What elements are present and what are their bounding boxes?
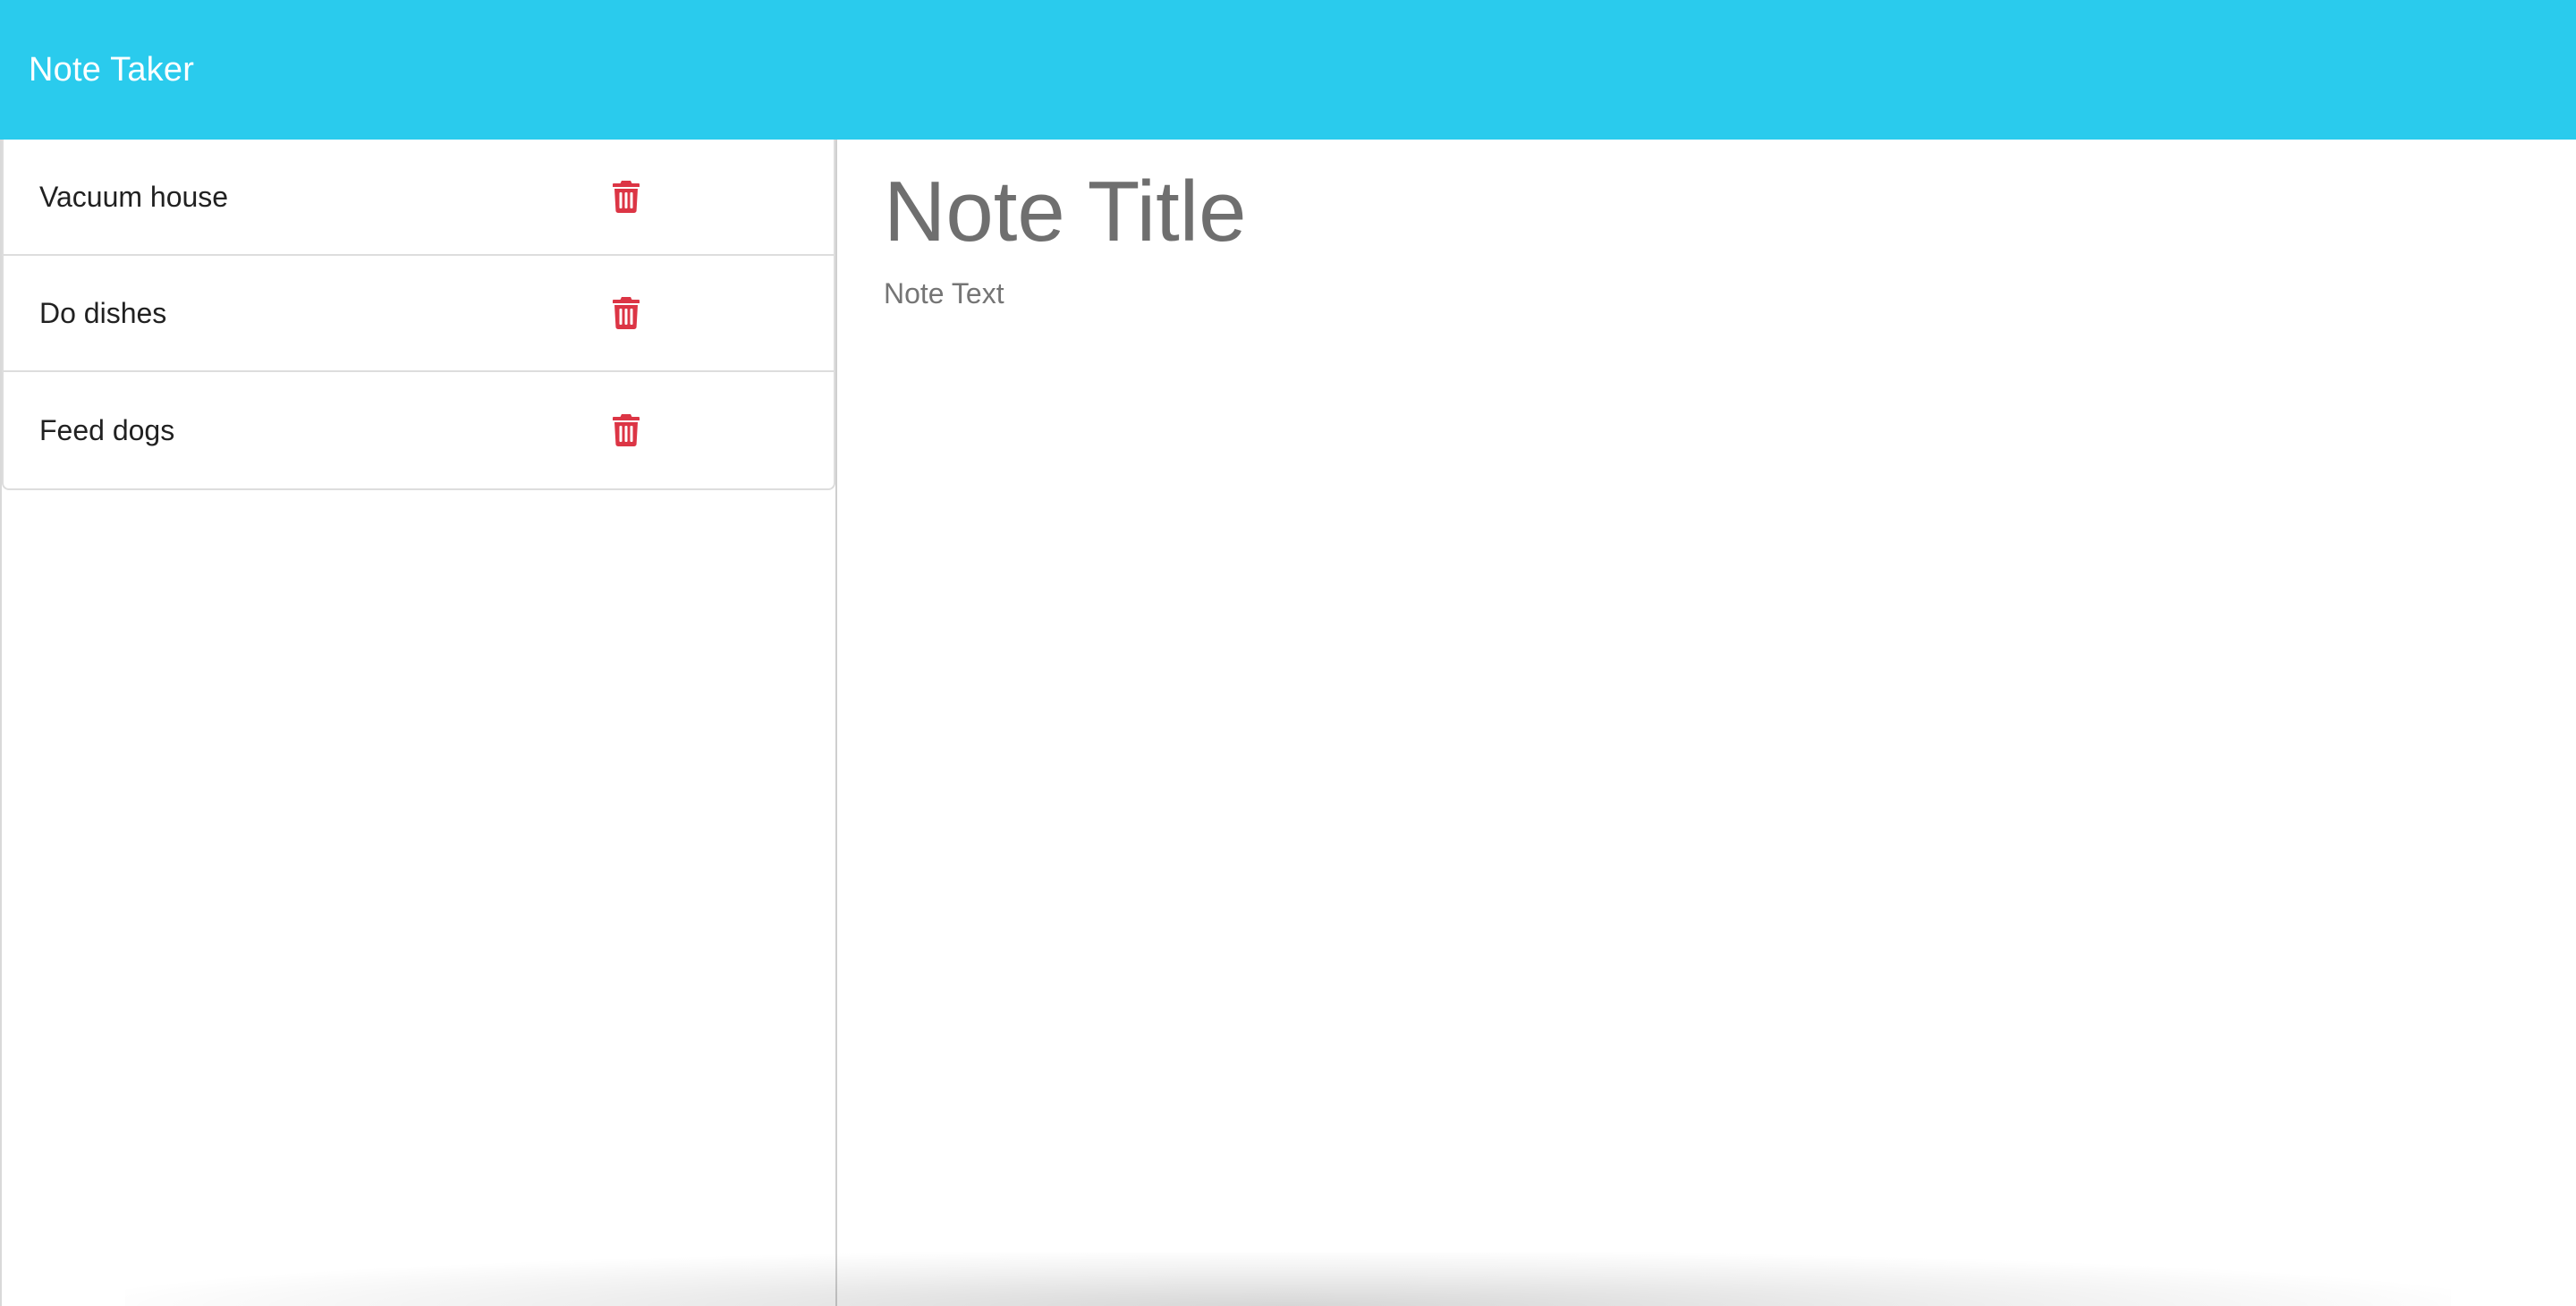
note-list-item[interactable]: Do dishes	[4, 256, 834, 372]
note-list-item[interactable]: Feed dogs	[4, 372, 834, 488]
navbar: Note Taker	[0, 0, 2576, 140]
note-list-item-title[interactable]: Do dishes	[39, 297, 166, 330]
trash-icon[interactable]	[610, 411, 642, 449]
note-list: Vacuum house Do dishes Feed dogs	[2, 140, 835, 490]
sidebar: Vacuum house Do dishes Feed dogs	[0, 140, 837, 1306]
note-editor	[837, 140, 2576, 1306]
trash-icon-graphic	[613, 414, 640, 446]
note-text-input[interactable]	[884, 277, 2494, 1082]
trash-icon[interactable]	[610, 294, 642, 332]
note-list-item[interactable]: Vacuum house	[4, 140, 834, 256]
note-title-input[interactable]	[884, 159, 2494, 265]
note-list-item-title[interactable]: Feed dogs	[39, 414, 174, 447]
trash-icon[interactable]	[610, 178, 642, 216]
trash-icon-graphic	[613, 297, 640, 329]
trash-icon-graphic	[613, 181, 640, 213]
note-list-item-title[interactable]: Vacuum house	[39, 181, 228, 214]
navbar-brand[interactable]: Note Taker	[29, 51, 194, 89]
